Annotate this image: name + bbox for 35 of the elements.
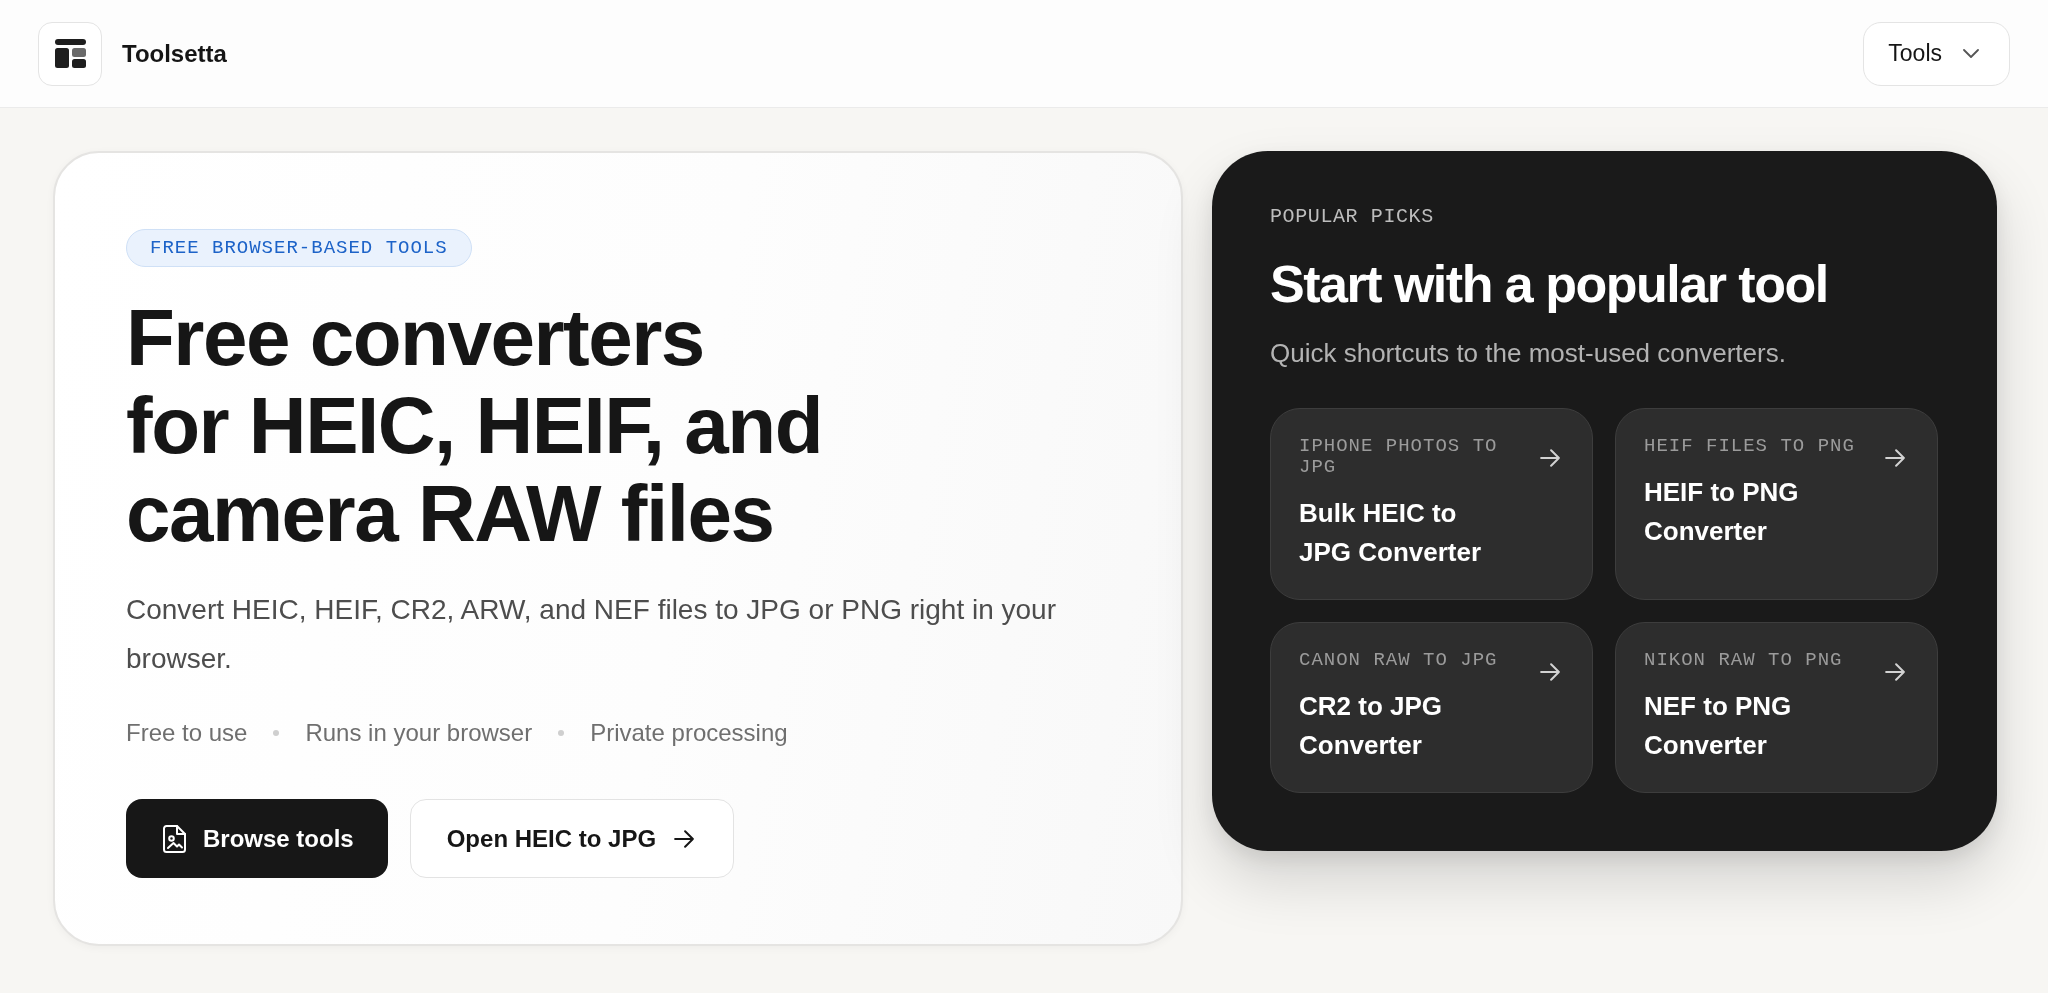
section-eyebrow: POPULAR PICKS xyxy=(1270,205,1435,229)
hero-headline: Free converters for HEIC, HEIF, and camera RAW files xyxy=(126,294,823,558)
hero-description: Convert HEIC, HEIF, CR2, ARW, and NEF files to JPG or PNG right in your browser. xyxy=(126,593,1057,676)
separator-dot-icon xyxy=(273,730,280,736)
feature-label: Runs in your browser xyxy=(305,718,533,748)
arrow-right-icon xyxy=(1885,449,1905,467)
tool-card-title: Bulk HEIC to JPG Converter xyxy=(1299,497,1483,569)
feature-label: Private processing xyxy=(590,718,788,748)
tool-card-tag: HEIF FILES TO PNG xyxy=(1644,436,1870,457)
tool-card[interactable]: CANON RAW TO JPG CR2 to JPG Converter xyxy=(1270,622,1593,793)
tool-card-tag: CANON RAW TO JPG xyxy=(1299,650,1525,671)
tool-card-title: HEIF to PNG Converter xyxy=(1644,476,1800,548)
brand-name[interactable]: Toolsetta xyxy=(122,39,227,68)
section-subtitle: Quick shortcuts to the most-used converters. xyxy=(1270,337,1787,370)
chevron-down-icon xyxy=(1963,48,1979,59)
tool-card-tag: NIKON RAW TO PNG xyxy=(1644,650,1870,671)
hero-badge: FREE BROWSER-BASED TOOLS xyxy=(126,229,472,267)
secondary-action-button[interactable]: Open HEIC to JPG xyxy=(409,799,735,878)
tool-card[interactable]: HEIF FILES TO PNG HEIF to PNG Converter xyxy=(1615,408,1938,600)
arrow-right-icon xyxy=(1540,449,1560,467)
feature-label: Free to use xyxy=(126,718,248,748)
separator-dot-icon xyxy=(558,730,565,736)
tool-card[interactable]: NIKON RAW TO PNG NEF to PNG Converter xyxy=(1615,622,1938,793)
primary-action-button[interactable]: Browse tools xyxy=(126,799,388,878)
tool-card-title: CR2 to JPG Converter xyxy=(1299,690,1444,762)
arrow-right-icon xyxy=(1540,663,1560,681)
tools-menu-button[interactable]: Tools xyxy=(1863,21,2010,86)
arrow-right-icon xyxy=(1885,663,1905,681)
tool-card-title: NEF to PNG Converter xyxy=(1644,690,1793,762)
logo-icon[interactable] xyxy=(38,21,102,86)
section-title: Start with a popular tool xyxy=(1270,254,1829,314)
arrow-right-icon xyxy=(674,829,695,848)
tool-card[interactable]: IPHONE PHOTOS TO JPG Bulk HEIC to JPG Converter xyxy=(1270,408,1593,600)
tool-card-tag: IPHONE PHOTOS TO JPG xyxy=(1299,436,1525,478)
file-image-icon xyxy=(163,824,186,853)
